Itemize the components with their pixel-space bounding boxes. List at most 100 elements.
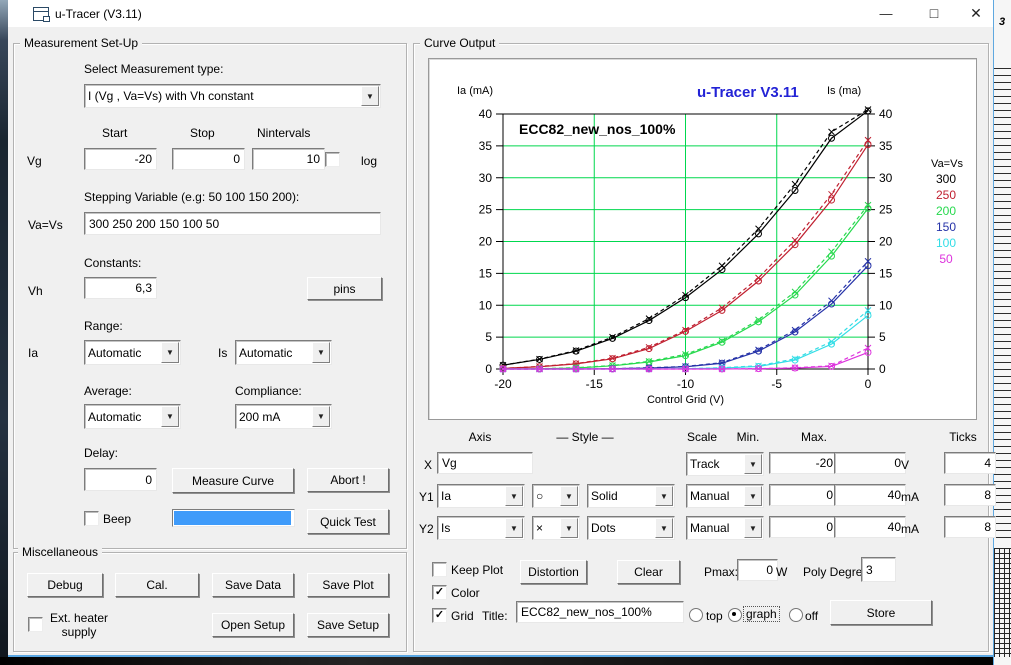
vavs-label: Va=Vs xyxy=(28,218,63,232)
y1-axis-select[interactable]: Ia ▼ xyxy=(437,484,525,508)
y1-marker-select[interactable]: ○ ▼ xyxy=(532,484,580,508)
keep-plot-label: Keep Plot xyxy=(451,563,503,577)
save-data-button[interactable]: Save Data xyxy=(212,573,294,597)
nintervals-column-label: Nintervals xyxy=(257,126,310,140)
y1-ticks-field[interactable]: 8 xyxy=(944,484,996,506)
y2-min-field[interactable]: 0 xyxy=(769,516,838,538)
title-top-radio[interactable] xyxy=(689,608,703,622)
quick-test-button[interactable]: Quick Test xyxy=(307,509,389,534)
color-label: Color xyxy=(451,586,480,600)
app-icon[interactable] xyxy=(33,7,49,21)
ticks-header: Ticks xyxy=(938,430,988,444)
y1-style-select[interactable]: Solid ▼ xyxy=(587,484,675,508)
chevron-down-icon: ▼ xyxy=(744,486,762,506)
svg-text:u-Tracer V3.11: u-Tracer V3.11 xyxy=(697,84,799,101)
chevron-down-icon: ▼ xyxy=(560,486,578,506)
y2-ticks-field[interactable]: 8 xyxy=(944,516,996,538)
desktop-bottom-strip xyxy=(0,657,1011,665)
title-label: Title: xyxy=(482,609,508,623)
maximize-button[interactable]: □ xyxy=(916,0,952,26)
vg-stop-field[interactable]: 0 xyxy=(172,148,245,170)
desktop-left-strip xyxy=(0,0,8,665)
svg-text:15: 15 xyxy=(479,266,493,280)
color-checkbox[interactable]: ✓ xyxy=(432,585,447,600)
title-off-radio[interactable] xyxy=(789,608,803,622)
plot-title-field[interactable]: ECC82_new_nos_100% xyxy=(516,601,684,623)
ext-heater-checkbox[interactable]: ✓ xyxy=(28,617,43,632)
stepping-variable-field[interactable]: 300 250 200 150 100 50 xyxy=(84,212,381,235)
close-icon: ✕ xyxy=(970,5,982,22)
y2-max-field[interactable]: 40 xyxy=(834,516,906,538)
delay-field[interactable]: 0 xyxy=(84,468,157,491)
measurement-type-value: I (Vg , Va=Vs) with Vh constant xyxy=(85,85,360,107)
x-unit-label: V xyxy=(901,458,909,472)
minimize-button[interactable]: — xyxy=(868,0,904,26)
title-off-radio-label[interactable]: off xyxy=(805,609,818,623)
svg-text:-5: -5 xyxy=(771,377,782,391)
title-graph-radio-label[interactable]: graph xyxy=(743,606,780,622)
vg-start-field[interactable]: -20 xyxy=(84,148,157,170)
x-scale-select[interactable]: Track ▼ xyxy=(686,452,764,476)
delay-label: Delay: xyxy=(84,446,118,460)
open-setup-button[interactable]: Open Setup xyxy=(212,613,294,637)
is-range-label: Is xyxy=(218,346,227,360)
chevron-down-icon: ▼ xyxy=(744,454,762,474)
save-setup-button[interactable]: Save Setup xyxy=(307,613,389,637)
log-checkbox[interactable]: ✓ xyxy=(325,152,340,167)
average-label: Average: xyxy=(84,384,132,398)
beep-checkbox[interactable]: ✓ xyxy=(84,511,99,526)
title-graph-radio[interactable] xyxy=(728,608,742,622)
x-ticks-field[interactable]: 4 xyxy=(944,452,996,474)
background-window-text: 3 xyxy=(999,16,1005,28)
x-axis-field[interactable]: Vg xyxy=(437,452,533,474)
is-range-select[interactable]: Automatic ▼ xyxy=(235,340,332,365)
titlebar: u-Tracer (V3.11) xyxy=(8,0,993,27)
title-top-radio-label[interactable]: top xyxy=(706,609,723,623)
max-header: Max. xyxy=(792,430,836,444)
svg-text:200: 200 xyxy=(936,204,956,218)
svg-text:Ia (mA): Ia (mA) xyxy=(457,85,493,97)
miscellaneous-label: Miscellaneous xyxy=(18,546,102,559)
svg-text:-20: -20 xyxy=(494,377,512,391)
average-select[interactable]: Automatic ▼ xyxy=(84,404,181,429)
svg-text:-15: -15 xyxy=(586,377,604,391)
save-plot-button[interactable]: Save Plot xyxy=(307,573,389,597)
vh-field[interactable]: 6,3 xyxy=(84,277,157,299)
y1-min-field[interactable]: 0 xyxy=(769,484,838,506)
y1-scale-value: Manual xyxy=(687,485,743,507)
pins-button[interactable]: pins xyxy=(307,277,382,300)
svg-text:25: 25 xyxy=(479,203,493,217)
cal-button[interactable]: Cal. xyxy=(115,573,199,597)
y2-marker-select[interactable]: × ▼ xyxy=(532,516,580,540)
compliance-select[interactable]: 200 mA ▼ xyxy=(235,404,332,429)
y2-axis-select[interactable]: Is ▼ xyxy=(437,516,525,540)
poly-degree-field[interactable]: 3 xyxy=(861,557,896,582)
x-max-field[interactable]: 0 xyxy=(834,452,906,474)
average-value: Automatic xyxy=(85,405,160,428)
pmax-field[interactable]: 0 xyxy=(737,559,778,581)
close-button[interactable]: ✕ xyxy=(958,0,994,26)
measure-curve-button[interactable]: Measure Curve xyxy=(172,468,294,493)
measurement-type-select[interactable]: I (Vg , Va=Vs) with Vh constant ▼ xyxy=(84,84,381,108)
clear-button[interactable]: Clear xyxy=(617,560,680,584)
y1-max-field[interactable]: 40 xyxy=(834,484,906,506)
abort-button[interactable]: Abort ! xyxy=(307,468,389,492)
axis-header: Axis xyxy=(455,430,505,444)
keep-plot-checkbox[interactable]: ✓ xyxy=(432,562,447,577)
debug-button[interactable]: Debug xyxy=(27,573,103,597)
y2-style-select[interactable]: Dots ▼ xyxy=(587,516,675,540)
svg-text:50: 50 xyxy=(939,252,953,266)
range-label: Range: xyxy=(84,319,123,333)
x-min-field[interactable]: -20 xyxy=(769,452,838,474)
grid-label: Grid xyxy=(451,609,474,623)
vg-nintervals-field[interactable]: 10 xyxy=(252,148,325,170)
ia-range-label: Ia xyxy=(28,346,38,360)
svg-text:15: 15 xyxy=(879,266,893,280)
y1-scale-select[interactable]: Manual ▼ xyxy=(686,484,764,508)
store-button[interactable]: Store xyxy=(830,600,932,625)
grid-checkbox[interactable]: ✓ xyxy=(432,608,447,623)
ia-range-select[interactable]: Automatic ▼ xyxy=(84,340,181,365)
distortion-button[interactable]: Distortion xyxy=(520,560,587,584)
compliance-value: 200 mA xyxy=(236,405,311,428)
y2-scale-select[interactable]: Manual ▼ xyxy=(686,516,764,540)
